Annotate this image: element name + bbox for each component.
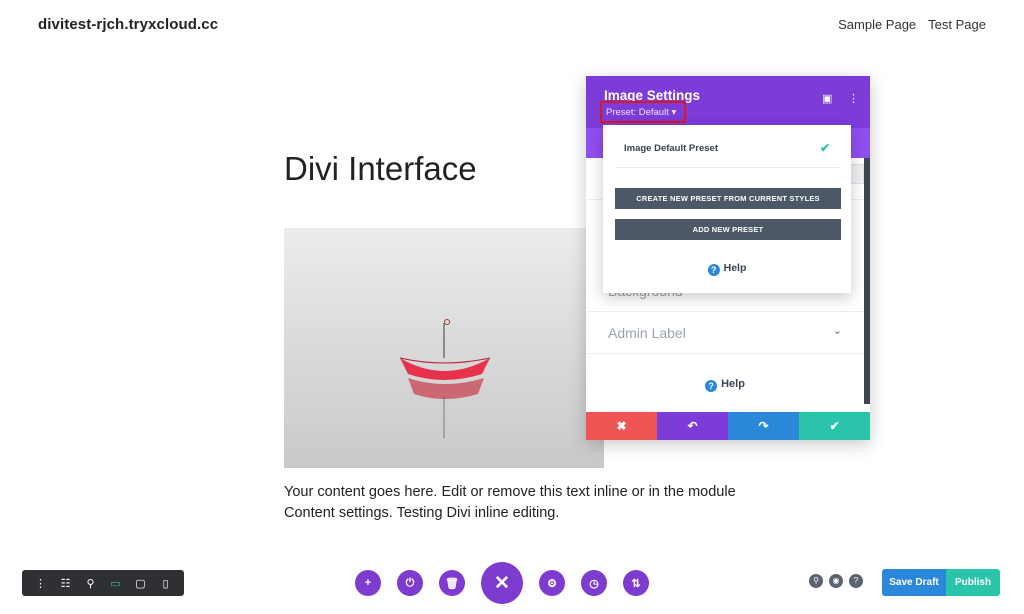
phone-view-icon[interactable]: ▯ bbox=[158, 577, 174, 590]
preset-dropdown: Image Default Preset ✔ CREATE NEW PRESET… bbox=[603, 125, 851, 293]
redo-button[interactable]: ↷ bbox=[728, 412, 799, 440]
top-nav: Sample Page Test Page bbox=[838, 17, 986, 32]
discard-button[interactable]: ✖ bbox=[586, 412, 657, 440]
save-draft-button[interactable]: Save Draft bbox=[882, 569, 946, 596]
preset-label: Preset: Default ▾ bbox=[606, 107, 677, 118]
undo-button[interactable]: ↶ bbox=[657, 412, 728, 440]
umbrella-illustration bbox=[284, 228, 604, 468]
modal-help-link[interactable]: ? Help bbox=[586, 378, 864, 392]
builder-actions: + ⏻ 🗑 ✕ ⚙ ◷ ⇅ bbox=[355, 562, 649, 604]
trash-icon[interactable]: 🗑 bbox=[439, 570, 465, 596]
expand-icon[interactable]: ▣ bbox=[822, 92, 832, 105]
check-icon: ✔ bbox=[819, 141, 830, 155]
zoom-icon[interactable]: ⚲ bbox=[83, 577, 99, 590]
help-label: Help bbox=[723, 262, 747, 274]
settings-icon[interactable]: ⚙ bbox=[539, 570, 565, 596]
utility-icons: ⚲ ◉ ? bbox=[809, 574, 863, 588]
save-button[interactable]: ✔ bbox=[799, 412, 870, 440]
nav-link-sample-page[interactable]: Sample Page bbox=[838, 17, 916, 32]
hero-image[interactable] bbox=[284, 228, 604, 468]
help-icon[interactable]: ? bbox=[849, 574, 863, 588]
more-options-icon[interactable]: ⋮ bbox=[848, 92, 859, 105]
history-icon[interactable]: ◷ bbox=[581, 570, 607, 596]
page-heading[interactable]: Divi Interface bbox=[284, 150, 477, 188]
site-title[interactable]: divitest-rjch.tryxcloud.cc bbox=[38, 16, 218, 33]
help-icon: ? bbox=[705, 380, 718, 392]
dropdown-help-link[interactable]: ? Help bbox=[603, 262, 851, 276]
search-icon[interactable]: ⚲ bbox=[809, 574, 823, 588]
layers-icon[interactable]: ◉ bbox=[829, 574, 843, 588]
view-mode-toolbar: ⋮ ☷ ⚲ ▭ ▢ ▯ bbox=[22, 570, 184, 596]
content-paragraph[interactable]: Your content goes here. Edit or remove t… bbox=[284, 482, 744, 524]
section-admin-label[interactable]: Admin Label ⌄ bbox=[586, 312, 864, 354]
modal-header: Image Settings Preset: Default ▾ ▣ ⋮ bbox=[586, 76, 870, 128]
create-preset-button[interactable]: CREATE NEW PRESET FROM CURRENT STYLES bbox=[615, 188, 841, 209]
wireframe-icon[interactable]: ☷ bbox=[58, 577, 74, 590]
add-preset-button[interactable]: ADD NEW PRESET bbox=[615, 219, 841, 240]
desktop-view-icon[interactable]: ▭ bbox=[108, 577, 124, 590]
section-label: Admin Label bbox=[608, 325, 686, 341]
chevron-down-icon: ⌄ bbox=[832, 325, 842, 337]
power-icon[interactable]: ⏻ bbox=[397, 570, 423, 596]
help-label: Help bbox=[721, 378, 745, 390]
preset-item-default[interactable]: Image Default Preset ✔ bbox=[603, 135, 851, 161]
divider bbox=[615, 167, 839, 168]
add-icon[interactable]: + bbox=[355, 570, 381, 596]
nav-link-test-page[interactable]: Test Page bbox=[928, 17, 986, 32]
portability-icon[interactable]: ⇅ bbox=[623, 570, 649, 596]
scrollbar[interactable] bbox=[864, 158, 870, 404]
close-icon[interactable]: ✕ bbox=[481, 562, 523, 604]
preset-item-label: Image Default Preset bbox=[624, 143, 718, 154]
more-options-icon[interactable]: ⋮ bbox=[33, 577, 49, 590]
preset-selector[interactable]: Preset: Default ▾ bbox=[600, 101, 686, 123]
help-icon: ? bbox=[707, 264, 720, 276]
publish-button[interactable]: Publish bbox=[946, 569, 1000, 596]
tablet-view-icon[interactable]: ▢ bbox=[133, 577, 149, 590]
modal-footer: ✖ ↶ ↷ ✔ bbox=[586, 412, 870, 440]
